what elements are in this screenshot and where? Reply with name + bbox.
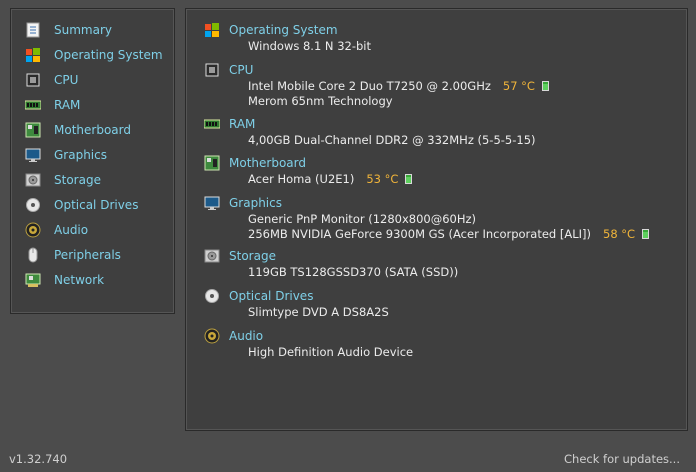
ram-module-icon <box>25 97 41 113</box>
windows-logo-icon <box>25 47 41 63</box>
hard-drive-icon <box>204 248 220 264</box>
speaker-icon <box>204 328 220 344</box>
sidebar-item-network[interactable]: Network <box>25 270 170 290</box>
motherboard-temperature: 53 °C <box>366 172 399 186</box>
monitor-icon <box>25 147 41 163</box>
thermometer-icon <box>541 81 549 91</box>
cpu-chip-icon <box>25 72 41 88</box>
check-updates-link[interactable]: Check for updates... <box>564 452 680 466</box>
gpu-temperature: 58 °C <box>603 227 636 241</box>
motherboard-line: Acer Homa (U2E1) 53 °C <box>204 172 684 187</box>
sidebar-item-label: Summary <box>54 23 112 37</box>
motherboard-icon <box>204 155 220 171</box>
graphics-section: Graphics Generic PnP Monitor (1280x800@6… <box>204 194 684 242</box>
audio-title[interactable]: Audio <box>229 329 263 343</box>
cpu-temperature: 57 °C <box>502 79 535 93</box>
sidebar-item-operating-system[interactable]: Operating System <box>25 45 170 65</box>
cpu-model-line: Intel Mobile Core 2 Duo T7250 @ 2.00GHz 5… <box>204 79 684 94</box>
sidebar-item-optical-drives[interactable]: Optical Drives <box>25 195 170 215</box>
sidebar-item-cpu[interactable]: CPU <box>25 70 170 90</box>
sidebar: Summary Operating System CPU RAM Motherb… <box>10 8 175 314</box>
motherboard-section: Motherboard Acer Homa (U2E1) 53 °C <box>204 154 684 187</box>
optical-title[interactable]: Optical Drives <box>229 289 313 303</box>
sidebar-item-label: Network <box>54 273 105 287</box>
mouse-icon <box>25 247 41 263</box>
sidebar-item-label: Operating System <box>54 48 163 62</box>
cpu-model: Intel Mobile Core 2 Duo T7250 @ 2.00GHz <box>248 79 491 93</box>
sidebar-item-audio[interactable]: Audio <box>25 220 170 240</box>
hard-drive-icon <box>25 172 41 188</box>
motherboard-value: Acer Homa (U2E1) <box>248 172 355 186</box>
ram-value: 4,00GB Dual-Channel DDR2 @ 332MHz (5-5-5… <box>248 133 536 147</box>
graphics-title[interactable]: Graphics <box>229 196 282 210</box>
summary-icon <box>25 22 41 38</box>
summary-panel: Operating System Windows 8.1 N 32-bit CP… <box>185 8 688 431</box>
graphics-monitor: Generic PnP Monitor (1280x800@60Hz) <box>248 212 477 226</box>
sidebar-item-peripherals[interactable]: Peripherals <box>25 245 170 265</box>
sidebar-item-label: Motherboard <box>54 123 131 137</box>
sidebar-item-label: Peripherals <box>54 248 121 262</box>
thermometer-icon <box>405 174 413 184</box>
cpu-title[interactable]: CPU <box>229 63 253 77</box>
ram-section: RAM 4,00GB Dual-Channel DDR2 @ 332MHz (5… <box>204 115 684 148</box>
speaker-icon <box>25 222 41 238</box>
os-title[interactable]: Operating System <box>229 23 338 37</box>
graphics-gpu: 256MB NVIDIA GeForce 9300M GS (Acer Inco… <box>248 227 591 241</box>
motherboard-title[interactable]: Motherboard <box>229 156 306 170</box>
sidebar-item-ram[interactable]: RAM <box>25 95 170 115</box>
ram-title[interactable]: RAM <box>229 117 255 131</box>
ram-module-icon <box>204 116 220 132</box>
sidebar-item-motherboard[interactable]: Motherboard <box>25 120 170 140</box>
sidebar-item-label: Storage <box>54 173 101 187</box>
cpu-technology: Merom 65nm Technology <box>248 94 393 108</box>
sidebar-item-label: Graphics <box>54 148 107 162</box>
sidebar-item-graphics[interactable]: Graphics <box>25 145 170 165</box>
os-section: Operating System Windows 8.1 N 32-bit <box>204 21 684 54</box>
cpu-section: CPU Intel Mobile Core 2 Duo T7250 @ 2.00… <box>204 61 684 109</box>
audio-value: High Definition Audio Device <box>248 345 414 359</box>
os-value: Windows 8.1 N 32-bit <box>248 39 371 53</box>
storage-value: 119GB TS128GSSD370 (SATA (SSD)) <box>248 265 459 279</box>
disc-icon <box>204 288 220 304</box>
motherboard-icon <box>25 122 41 138</box>
graphics-gpu-line: 256MB NVIDIA GeForce 9300M GS (Acer Inco… <box>204 227 684 242</box>
windows-logo-icon <box>204 22 220 38</box>
sidebar-item-label: Optical Drives <box>54 198 139 212</box>
version-label: v1.32.740 <box>9 452 68 466</box>
thermometer-icon <box>642 229 650 239</box>
optical-section: Optical Drives Slimtype DVD A DS8A2S <box>204 287 684 320</box>
sidebar-item-label: CPU <box>54 73 79 87</box>
storage-title[interactable]: Storage <box>229 249 276 263</box>
sidebar-item-summary[interactable]: Summary <box>25 20 170 40</box>
sidebar-item-label: Audio <box>54 223 89 237</box>
sidebar-item-storage[interactable]: Storage <box>25 170 170 190</box>
optical-value: Slimtype DVD A DS8A2S <box>248 305 389 319</box>
disc-icon <box>25 197 41 213</box>
audio-section: Audio High Definition Audio Device <box>204 327 684 360</box>
network-card-icon <box>25 272 41 288</box>
monitor-icon <box>204 195 220 211</box>
cpu-chip-icon <box>204 62 220 78</box>
storage-section: Storage 119GB TS128GSSD370 (SATA (SSD)) <box>204 247 684 280</box>
sidebar-item-label: RAM <box>54 98 81 112</box>
